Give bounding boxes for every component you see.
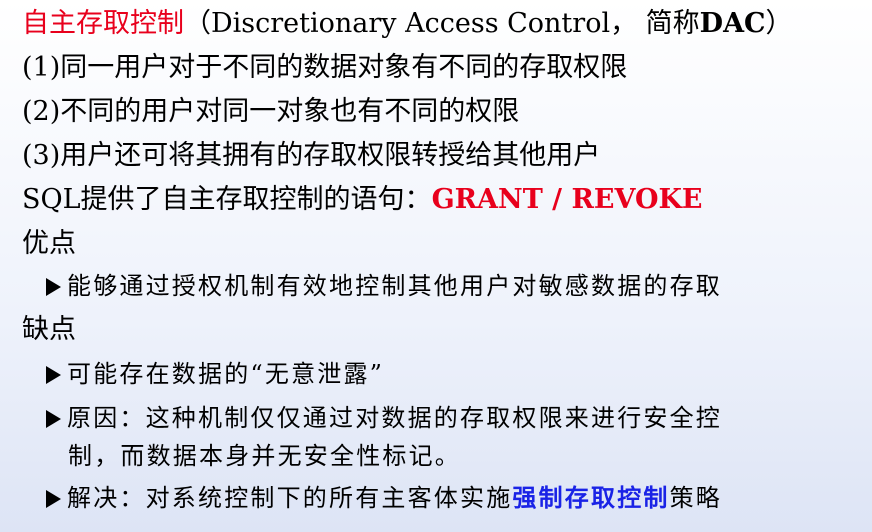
sql-prefix: SQL提供了自主存取控制的语句： [22,184,432,215]
bullet-arrow-icon [46,278,61,296]
bullet-arrow-icon [46,410,61,428]
disadvantage-item-2-continued: 制，而数据本身并无安全性标记。 [68,442,461,470]
revoke-keyword: REVOKE [571,184,703,215]
title-abbr: DAC [699,8,766,39]
disadvantage-text-3: 解决：对系统控制下的所有主客体实施 [67,484,513,512]
title-paren-open: （Discretionary Access Control， 简称 [184,8,700,39]
mac-highlight: 强制存取控制 [512,483,670,512]
disadvantages-heading: 缺点 [22,314,76,345]
slash: / [542,184,572,215]
title-paren-close: ） [765,8,793,39]
title-line: 自主存取控制（Discretionary Access Control， 简称D… [22,4,793,44]
advantage-text: 能够通过授权机制有效地控制其他用户对敏感数据的存取 [67,272,722,300]
point-2: (2)不同的用户对同一对象也有不同的权限 [22,96,520,127]
advantages-heading: 优点 [22,228,76,259]
point-3: (3)用户还可将其拥有的存取权限转授给其他用户 [22,140,601,171]
point-1: (1)同一用户对于不同的数据对象有不同的存取权限 [22,52,628,83]
sql-line: SQL提供了自主存取控制的语句：GRANT / REVOKE [22,180,703,220]
disadvantage-item-2: 原因：这种机制仅仅通过对数据的存取权限来进行安全控 [46,398,722,438]
bullet-arrow-icon [46,490,61,508]
disadvantage-item-1: 可能存在数据的“无意泄露” [46,354,384,394]
bullet-arrow-icon [46,366,61,384]
disadvantage-text-3-suffix: 策略 [669,484,723,512]
grant-keyword: GRANT [431,184,543,215]
disadvantage-text-1: 可能存在数据的“无意泄露” [67,360,385,388]
title-term: 自主存取控制 [22,8,184,39]
disadvantage-item-3: 解决：对系统控制下的所有主客体实施强制存取控制策略 [46,478,722,518]
disadvantage-text-2a: 原因：这种机制仅仅通过对数据的存取权限来进行安全控 [67,404,722,432]
advantage-item: 能够通过授权机制有效地控制其他用户对敏感数据的存取 [46,266,722,306]
